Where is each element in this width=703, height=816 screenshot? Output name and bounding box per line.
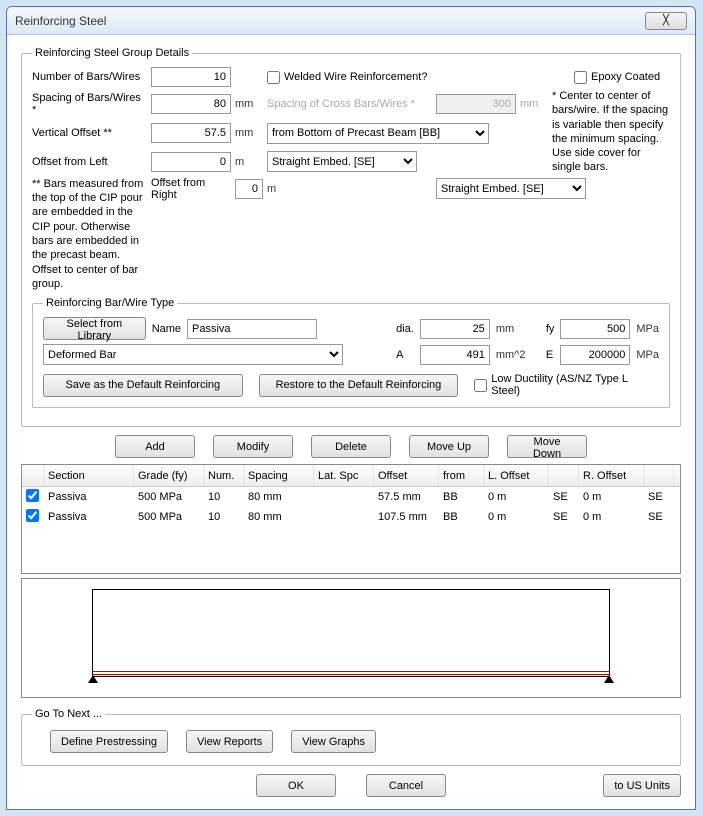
row-check[interactable] bbox=[26, 489, 39, 502]
spacing-note: * Center to center of bars/wire. If the … bbox=[552, 89, 670, 175]
cancel-button[interactable]: Cancel bbox=[366, 774, 446, 797]
voffset-label: Vertical Offset ** bbox=[32, 127, 147, 139]
a-label: A bbox=[396, 349, 414, 361]
a-input[interactable] bbox=[420, 345, 490, 365]
add-button[interactable]: Add bbox=[115, 435, 195, 458]
cross-spacing-input bbox=[436, 94, 516, 114]
fy-unit: MPa bbox=[636, 323, 659, 335]
left-embed-select[interactable]: Straight Embed. [SE] bbox=[267, 151, 417, 172]
row-check[interactable] bbox=[26, 509, 39, 522]
dia-unit: mm bbox=[496, 323, 540, 335]
epoxy-check[interactable] bbox=[574, 71, 587, 84]
fy-label: fy bbox=[546, 323, 555, 335]
view-reports-button[interactable]: View Reports bbox=[186, 730, 273, 753]
roffset-label: Offset from Right bbox=[151, 177, 231, 201]
table-row[interactable]: Passiva500 MPa1080 mm107.5 mmBB0 mSE0 mS… bbox=[22, 507, 680, 527]
modify-button[interactable]: Modify bbox=[213, 435, 293, 458]
loffset-label: Offset from Left bbox=[32, 156, 147, 168]
e-input[interactable] bbox=[560, 345, 630, 365]
cross-spacing-unit: mm bbox=[520, 98, 548, 110]
voffset-input[interactable] bbox=[151, 123, 231, 143]
cross-spacing-label: Spacing of Cross Bars/Wires * bbox=[267, 98, 432, 110]
epoxy-coated-checkbox[interactable]: Epoxy Coated bbox=[574, 71, 670, 84]
spacing-label: Spacing of Bars/Wires * bbox=[32, 92, 147, 116]
window-title: Reinforcing Steel bbox=[15, 14, 106, 28]
voffset-unit: mm bbox=[235, 127, 263, 139]
define-prestressing-button[interactable]: Define Prestressing bbox=[50, 730, 168, 753]
reinforcing-steel-dialog: Reinforcing Steel ╳ Reinforcing Steel Gr… bbox=[6, 6, 696, 810]
spacing-unit: mm bbox=[235, 98, 263, 110]
e-unit: MPa bbox=[636, 349, 659, 361]
voffset-from-select[interactable]: from Bottom of Precast Beam [BB] bbox=[267, 123, 489, 144]
save-default-button[interactable]: Save as the Default Reinforcing bbox=[43, 374, 243, 397]
low-ductility-checkbox[interactable]: Low Ductility (AS/NZ Type L Steel) bbox=[474, 373, 659, 397]
delete-button[interactable]: Delete bbox=[311, 435, 391, 458]
bars-table[interactable]: Section Grade (fy) Num. Spacing Lat. Spc… bbox=[21, 464, 681, 574]
dia-input[interactable] bbox=[420, 319, 490, 339]
group-details-legend: Reinforcing Steel Group Details bbox=[32, 47, 192, 59]
e-label: E bbox=[546, 349, 555, 361]
select-library-button[interactable]: Select from Library bbox=[43, 317, 146, 340]
dia-label: dia. bbox=[396, 323, 414, 335]
roffset-unit: m bbox=[267, 183, 432, 195]
offset-note: ** Bars measured from the top of the CIP… bbox=[32, 177, 147, 291]
loffset-unit: m bbox=[235, 156, 263, 168]
goto-fieldset: Go To Next ... Define Prestressing View … bbox=[21, 708, 681, 766]
us-units-button[interactable]: to US Units bbox=[603, 774, 681, 797]
table-header: Section Grade (fy) Num. Spacing Lat. Spc… bbox=[22, 465, 680, 487]
right-embed-select[interactable]: Straight Embed. [SE] bbox=[436, 178, 586, 199]
fy-input[interactable] bbox=[560, 319, 630, 339]
spacing-input[interactable] bbox=[151, 94, 231, 114]
num-bars-label: Number of Bars/Wires bbox=[32, 71, 147, 83]
beam-preview bbox=[21, 578, 681, 698]
welded-wire-check[interactable] bbox=[267, 71, 280, 84]
name-input[interactable] bbox=[187, 319, 317, 339]
movedown-button[interactable]: Move Down bbox=[507, 435, 587, 458]
bar-type-legend: Reinforcing Bar/Wire Type bbox=[43, 297, 177, 309]
a-unit: mm^2 bbox=[496, 349, 540, 361]
low-ductility-check[interactable] bbox=[474, 379, 487, 392]
titlebar: Reinforcing Steel ╳ bbox=[7, 7, 695, 35]
group-details-fieldset: Reinforcing Steel Group Details Number o… bbox=[21, 47, 681, 427]
roffset-input[interactable] bbox=[235, 179, 263, 199]
num-bars-input[interactable] bbox=[151, 67, 231, 87]
name-label: Name bbox=[152, 323, 181, 335]
view-graphs-button[interactable]: View Graphs bbox=[291, 730, 376, 753]
bar-type-fieldset: Reinforcing Bar/Wire Type Select from Li… bbox=[32, 297, 670, 408]
table-row[interactable]: Passiva500 MPa1080 mm57.5 mmBB0 mSE0 mSE bbox=[22, 487, 680, 507]
restore-default-button[interactable]: Restore to the Default Reinforcing bbox=[259, 374, 459, 397]
moveup-button[interactable]: Move Up bbox=[409, 435, 489, 458]
welded-wire-checkbox[interactable]: Welded Wire Reinforcement? bbox=[267, 71, 432, 84]
close-button[interactable]: ╳ bbox=[645, 12, 687, 30]
goto-legend: Go To Next ... bbox=[32, 708, 105, 720]
ok-button[interactable]: OK bbox=[256, 774, 336, 797]
loffset-input[interactable] bbox=[151, 152, 231, 172]
deform-select[interactable]: Deformed Bar bbox=[43, 344, 343, 365]
